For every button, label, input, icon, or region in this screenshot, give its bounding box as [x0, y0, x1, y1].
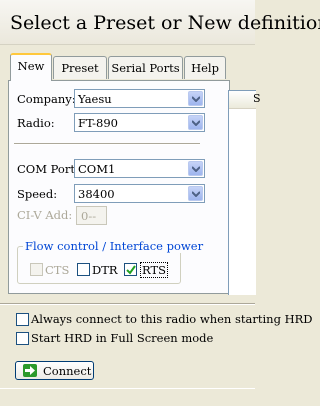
full-screen-checkbox[interactable]	[16, 332, 29, 345]
cts-checkbox	[30, 263, 43, 276]
speed-label: Speed:	[17, 187, 58, 201]
rts-label[interactable]: RTS	[140, 262, 169, 278]
dropdown-arrow-icon[interactable]	[188, 115, 203, 130]
tab-new-label: New	[17, 59, 45, 73]
com-port-select[interactable]: COM1	[74, 159, 205, 178]
separator	[0, 303, 255, 305]
cts-label: CTS	[45, 263, 70, 277]
company-select[interactable]: Yaesu	[74, 89, 205, 108]
company-label: Company:	[17, 92, 76, 106]
tab-preset[interactable]: Preset	[53, 56, 107, 79]
connect-arrow-icon	[23, 364, 37, 377]
tab-new[interactable]: New	[10, 53, 52, 81]
connect-button[interactable]: Connect	[15, 361, 94, 380]
dtr-checkbox[interactable]	[77, 263, 90, 276]
preset-list[interactable]: S	[228, 90, 261, 295]
separator	[14, 143, 200, 145]
speed-value: 38400	[78, 187, 115, 201]
radio-label: Radio:	[17, 116, 55, 130]
tab-serial-ports[interactable]: Serial Ports	[108, 56, 183, 79]
list-header: S	[229, 91, 261, 109]
rts-checkbox[interactable]	[124, 263, 137, 276]
speed-select[interactable]: 38400	[74, 184, 205, 203]
company-value: Yaesu	[78, 92, 112, 106]
tab-preset-label: Preset	[61, 61, 99, 75]
bottom-bar	[0, 388, 255, 406]
civ-address-label: CI-V Add:	[17, 208, 73, 222]
tab-help[interactable]: Help	[184, 56, 226, 79]
window-title: Select a Preset or New definition	[10, 12, 320, 34]
flow-control-legend: Flow control / Interface power	[23, 239, 206, 253]
tab-help-label: Help	[191, 61, 219, 75]
dropdown-arrow-icon[interactable]	[188, 91, 203, 106]
connect-button-label: Connect	[43, 364, 92, 378]
dtr-label[interactable]: DTR	[92, 263, 118, 277]
civ-address-value: 0--	[81, 209, 97, 223]
always-connect-checkbox[interactable]	[16, 313, 29, 326]
com-port-value: COM1	[78, 162, 116, 176]
tab-serial-ports-label: Serial Ports	[111, 61, 180, 75]
com-port-label: COM Port:	[17, 162, 79, 176]
civ-address-field: 0--	[76, 206, 107, 225]
full-screen-label[interactable]: Start HRD in Full Screen mode	[31, 331, 213, 345]
radio-value: FT-890	[78, 116, 119, 130]
list-header-label: S	[253, 92, 261, 105]
always-connect-label[interactable]: Always connect to this radio when starti…	[31, 312, 313, 326]
window-titlebar: Select a Preset or New definition	[0, 0, 320, 45]
checkmark-icon	[126, 265, 136, 275]
dropdown-arrow-icon[interactable]	[188, 161, 203, 176]
dropdown-arrow-icon[interactable]	[188, 186, 203, 201]
radio-select[interactable]: FT-890	[74, 113, 205, 132]
